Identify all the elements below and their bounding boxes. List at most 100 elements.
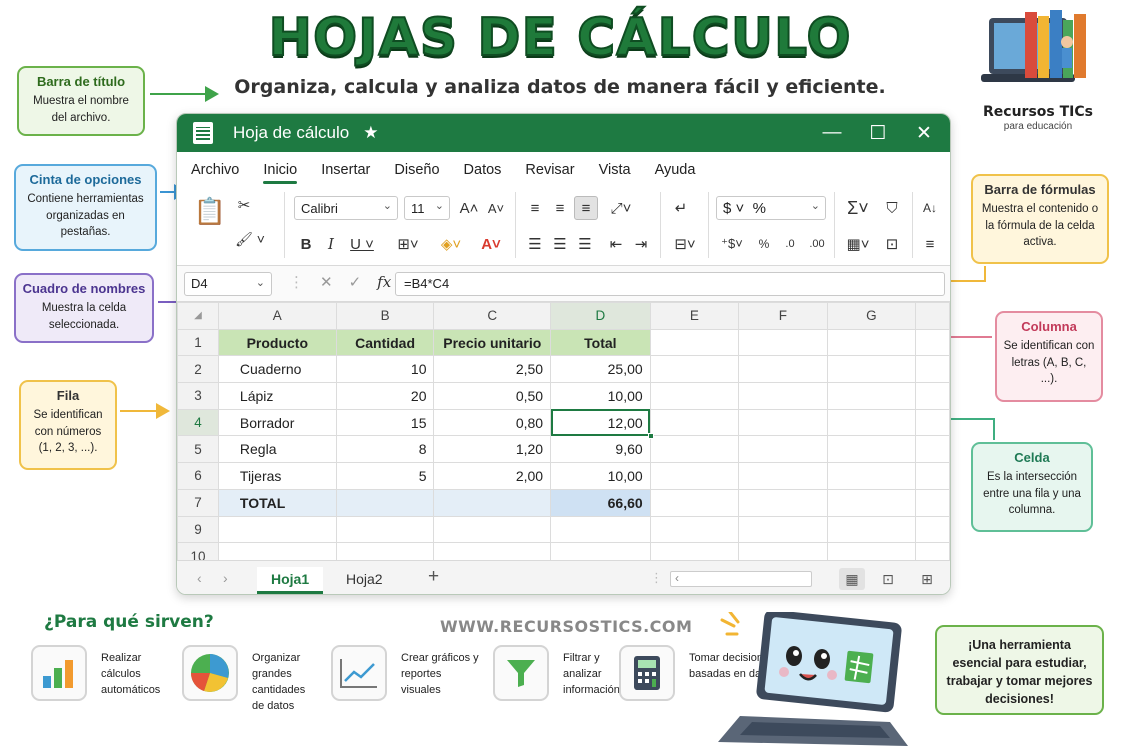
cell[interactable] [826,328,917,357]
row-header[interactable]: 6 [177,462,219,490]
cell[interactable] [738,488,828,517]
cell[interactable] [649,488,740,517]
cell[interactable]: Cuaderno [217,355,337,384]
fill-color-icon[interactable]: ◈˅ [435,232,467,256]
align-top-icon[interactable]: ≡ [524,196,546,220]
menu-revisar[interactable]: Revisar [525,162,585,186]
cell[interactable]: Regla [217,435,337,464]
cell[interactable] [649,408,740,437]
insert-function-icon[interactable]: fx [377,273,391,291]
cut-icon[interactable]: ✂ [232,193,256,217]
menu-insertar[interactable]: Insertar [321,162,381,186]
orientation-icon[interactable]: ⤢˅ [605,196,637,220]
merge-cells-icon[interactable]: ⊟˅ [669,232,701,256]
column-header-f[interactable]: F [738,302,828,330]
confirm-icon[interactable]: ✓ [349,273,362,291]
cell[interactable] [915,462,950,490]
number-format-select[interactable]: $ ˅ % ⌄ [716,196,826,220]
cell[interactable]: 0,80 [433,408,552,437]
cell[interactable] [915,515,950,544]
cell[interactable]: 10 [335,355,435,384]
header-cell[interactable]: Cantidad [335,328,435,357]
row-header[interactable]: 7 [177,488,219,517]
select-all-corner[interactable]: ◢ [177,302,219,330]
wrap-text-icon[interactable]: ↵ [669,196,693,220]
cell[interactable]: 10,00 [550,462,651,490]
borders-icon[interactable]: ⊞˅ [392,232,424,256]
align-left-icon[interactable]: ☰ [524,232,546,256]
cell[interactable] [738,515,828,544]
formula-input[interactable]: =B4*C4 [395,272,945,296]
decrease-indent-icon[interactable]: ⇤ [605,232,627,256]
cell[interactable]: Tijeras [217,462,337,490]
font-family-select[interactable]: Calibri ⌄ [294,196,398,220]
cell[interactable] [649,328,740,357]
decrease-font-icon[interactable]: A˅ [485,196,507,220]
cell[interactable] [649,462,740,490]
cell[interactable] [217,515,337,544]
menu-archivo[interactable]: Archivo [191,162,250,186]
column-header-a[interactable]: A [217,302,337,330]
cell[interactable]: 9,60 [550,435,651,464]
menu-datos[interactable]: Datos [464,162,513,186]
cell[interactable]: Lápiz [217,382,337,410]
close-button[interactable]: ✕ [901,114,947,152]
cell[interactable] [550,515,651,544]
cell[interactable] [826,515,917,544]
cell[interactable]: 15 [335,408,435,437]
row-header[interactable]: 4 [177,408,219,437]
sheet-tab-hoja1[interactable]: Hoja1 [257,567,324,594]
column-header-c[interactable]: C [433,302,552,330]
cell[interactable]: Borrador [217,408,337,437]
ribbon-options-icon[interactable]: ≡ [918,232,942,256]
row-header[interactable]: 5 [177,435,219,464]
cell[interactable] [649,355,740,384]
bold-button[interactable]: B [295,232,317,256]
cell[interactable] [915,355,950,384]
italic-button[interactable]: I [320,232,342,256]
cell[interactable] [738,435,828,464]
cell[interactable] [915,435,950,464]
cell[interactable]: 10,00 [550,382,651,410]
add-sheet-button[interactable]: + [428,566,439,588]
cell[interactable] [826,462,917,490]
row-header[interactable]: 3 [177,382,219,410]
align-bottom-icon[interactable]: ≡ [574,196,598,220]
cell[interactable] [826,488,917,517]
cell[interactable] [915,408,950,437]
conditional-format-icon[interactable]: ▦˅ [842,232,874,256]
percent-style-icon[interactable]: % [753,232,775,256]
increase-font-icon[interactable]: A˄ [458,196,480,220]
star-icon[interactable]: ★ [363,123,378,143]
row-header[interactable]: 9 [177,515,219,544]
normal-view-icon[interactable]: ▦ [839,568,865,590]
cancel-icon[interactable]: ✕ [320,273,333,291]
cell[interactable]: 1,20 [433,435,552,464]
underline-button[interactable]: U ˅ [345,232,379,256]
cell[interactable] [738,408,828,437]
align-right-icon[interactable]: ☰ [574,232,596,256]
increase-indent-icon[interactable]: ⇥ [630,232,652,256]
cell[interactable] [335,515,435,544]
cell[interactable] [915,488,950,517]
cell[interactable] [738,462,828,490]
cell[interactable] [738,328,828,357]
cell[interactable] [915,328,950,357]
column-header-extra[interactable] [915,302,950,330]
header-cell[interactable]: Precio unitario [433,328,552,357]
increase-decimal-icon[interactable]: .00 [805,232,829,256]
cell[interactable] [649,382,740,410]
accounting-icon[interactable]: ⁺$˅ [717,232,747,256]
find-icon[interactable]: ⊡ [880,232,904,256]
align-center-icon[interactable]: ☰ [549,232,571,256]
page-break-view-icon[interactable]: ⊞ [914,568,940,590]
cell[interactable]: 20 [335,382,435,410]
sheet-tab-hoja2[interactable]: Hoja2 [332,567,397,591]
header-cell[interactable]: Producto [217,328,337,357]
cell[interactable]: 2,50 [433,355,552,384]
total-label[interactable]: TOTAL [217,488,337,517]
paste-icon[interactable]: 📋 [194,194,226,228]
cell[interactable]: 2,00 [433,462,552,490]
format-painter-icon[interactable]: 🖌 ˅ [232,227,268,251]
prev-sheet-icon[interactable]: ‹ [197,570,202,586]
